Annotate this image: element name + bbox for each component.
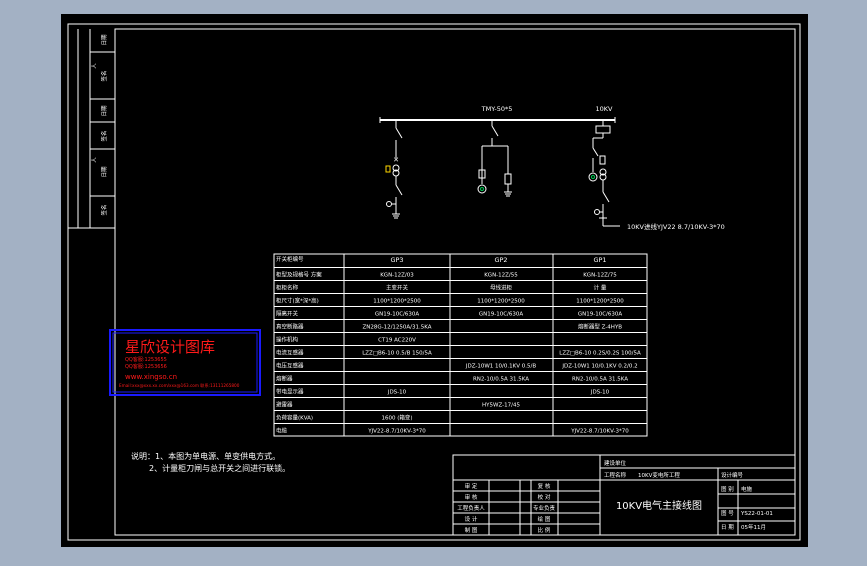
tb-sign-cell: 校 对 (538, 493, 551, 501)
table-cell: JDZ-10W1 10/0.1KV 0.2/0.2 (561, 364, 637, 370)
tb-sign-cell: 设 计 (465, 515, 478, 523)
cad-drawing-viewport: 日期 签名 人 日期 签名 人 日期 签名 TMY-50*5 10KV ✕ 10… (0, 0, 867, 562)
tb-drawing-value: 电施 (741, 485, 753, 493)
tb-sign-cell: 审 定 (465, 482, 478, 490)
table-cell: HY5WZ-17/45 (482, 403, 520, 409)
tb-sign-cell: 复 核 (538, 482, 551, 490)
table-row-label: 负荷容量(KVA) (276, 414, 313, 422)
table-cell: GN19-10C/630A (479, 312, 524, 318)
side-label-7: 日期 (101, 166, 108, 178)
tb-number-value: YS22-01-01 (740, 511, 773, 517)
watermark-url: www.xingso.cn (125, 373, 177, 381)
tb-sign-cell: 工程负责人 (457, 504, 485, 512)
tb-sign-cell: 审 核 (465, 493, 478, 501)
table-row-label: 柜尺寸(宽*深*高) (276, 297, 319, 305)
table-header-label: 开关柜编号 (276, 255, 304, 263)
side-label-5: 签名 (100, 130, 108, 141)
side-label-2: 签名 (100, 70, 108, 81)
table-cell: KGN-12Z/75 (583, 273, 617, 279)
table-col-gp1: GP1 (593, 256, 606, 264)
table-col-gp3: GP3 (390, 256, 403, 264)
side-label-3: 人 (91, 63, 98, 69)
table-row-label: 电缆 (276, 427, 288, 435)
table-cell: KGN-12Z/55 (484, 273, 518, 279)
table-row-label: 真空断路器 (276, 323, 304, 331)
note-line-1: 说明：1、本图为单电源、单变供电方式。 (131, 451, 280, 461)
table-cell: 熔断器型 Z-4HYB (578, 323, 622, 331)
table-row-label: 柜型及规格号 方案 (276, 271, 322, 279)
side-label-8: 签名 (100, 204, 108, 215)
table-cell: 1100*1200*2500 (373, 299, 421, 305)
side-label-4: 日期 (101, 105, 108, 117)
watermark-line-2: QQ客服:1253656 (125, 363, 167, 370)
watermark-email: Email:xxx@xxx.xx.com/xxx@163.com 联系:1311… (119, 382, 240, 389)
table-cell: 1100*1200*2500 (477, 299, 525, 305)
busbar-label: TMY-50*5 (481, 105, 513, 113)
side-label-1: 日期 (101, 34, 108, 46)
tb-drawing-label: 图 别 (721, 485, 734, 493)
side-label-6: 人 (91, 157, 98, 163)
incoming-cable-label: 10KV进线YJV22 8.7/10KV-3*70 (627, 222, 725, 231)
tb-drawing-name: 10KV电气主接线图 (616, 499, 702, 512)
table-cell: YJV22-8.7/10KV-3*70 (367, 429, 426, 435)
table-cell: RN2-10/0.5A 31.5KA (572, 377, 628, 383)
tb-date-label: 日 期 (721, 524, 734, 531)
tb-sign-cell: 比 例 (538, 526, 551, 534)
breaker-symbol: ✕ (393, 156, 399, 164)
watermark-line-1: QQ客服:1253655 (125, 356, 167, 363)
tb-number-label: 图 号 (721, 509, 734, 517)
table-cell: LZZ□B6-10 0.5/B 150/5A (362, 351, 432, 357)
table-cell: GN19-10C/630A (375, 312, 420, 318)
table-cell: CT19 AC220V (378, 338, 416, 344)
table-cell: JDS-10 (590, 390, 610, 396)
tb-project-value: 10KV变电所工程 (638, 471, 680, 479)
tb-design-no-label: 设计编号 (721, 471, 744, 479)
table-row-label: 隔离开关 (276, 310, 299, 318)
note-line-2: 2、计量柜刀闸与总开关之间进行联锁。 (149, 463, 290, 473)
tb-sign-cell: 绘 图 (538, 515, 551, 523)
table-cell: 1600 (箱变) (381, 414, 412, 422)
busbar-voltage-label: 10KV (596, 105, 614, 113)
table-col-gp2: GP2 (494, 256, 507, 264)
table-row-label: 电流互感器 (276, 349, 304, 357)
table-cell: RN2-10/0.5A 31.5KA (473, 377, 529, 383)
tb-org-label: 建设单位 (604, 459, 627, 467)
table-row-label: 带电显示器 (276, 388, 304, 396)
tb-project-label: 工程名称 (604, 471, 627, 479)
table-row-label: 熔断器 (276, 375, 293, 383)
table-row-label: 操作机构 (276, 336, 299, 344)
table-cell: 母线进柜 (490, 284, 513, 292)
table-row-label: 电压互感器 (276, 362, 304, 370)
table-cell: LZZ□B6-10 0.2S/0.2S 100/5A (559, 351, 641, 357)
table-row-label: 柜柜名称 (276, 284, 299, 292)
table-cell: YJV22-8.7/10KV-3*70 (570, 429, 629, 435)
table-cell: GN19-10C/630A (578, 312, 623, 318)
tb-sign-cell: 制 图 (465, 526, 478, 534)
table-cell: 主变开关 (386, 284, 409, 292)
table-cell: 1100*1200*2500 (576, 299, 624, 305)
table-cell: 计 量 (594, 284, 607, 292)
drawing-canvas: 日期 签名 人 日期 签名 人 日期 签名 TMY-50*5 10KV ✕ 10… (61, 14, 808, 547)
tb-sign-cell: 专业负责 (533, 504, 556, 512)
table-row-label: 避雷器 (276, 401, 293, 409)
table-cell: JDS-10 (387, 390, 407, 396)
tb-date-value: 05年11月 (741, 523, 766, 531)
watermark-title: 星欣设计图库 (125, 338, 215, 356)
table-cell: KGN-12Z/03 (380, 273, 414, 279)
table-cell: ZN28G-12/1250A/31.5KA (362, 325, 431, 331)
table-cell: JDZ-10W1 10/0.1KV 0.5/B (465, 364, 537, 370)
